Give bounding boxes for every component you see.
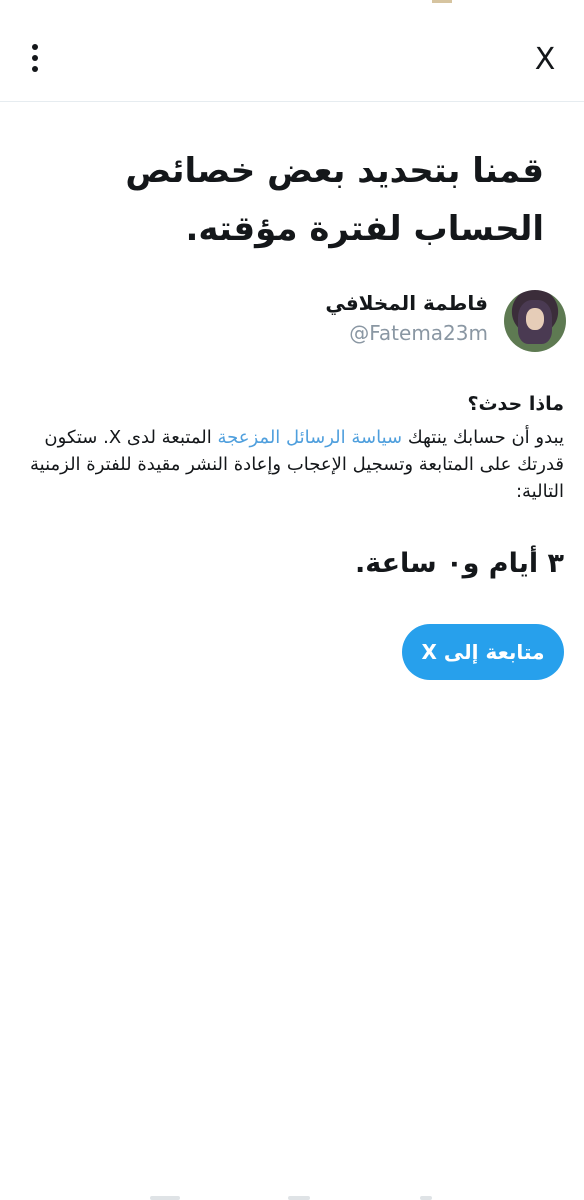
nav-hint [420,1196,432,1200]
page-title: قمنا بتحديد بعض خصائص الحساب لفترة مؤقته… [125,151,544,249]
continue-to-x-button[interactable]: متابعة إلى X [402,624,564,680]
menu-dot [32,66,38,72]
spam-policy-link[interactable]: سياسة الرسائل المزعجة [217,427,402,448]
menu-dot [32,44,38,50]
explanation-text: يبدو أن حسابك ينتهك سياسة الرسائل المزعج… [16,424,564,505]
section-heading: ماذا حدث؟ [467,393,564,415]
bottom-edge [0,1192,584,1200]
user-handle: @Fatema23m [349,321,488,345]
explanation-part1: يبدو أن حسابك ينتهك [402,427,564,448]
status-indicator [432,0,452,3]
screen: X قمنا بتحديد بعض خصائص الحساب لفترة مؤق… [0,0,584,1200]
display-name: فاطمة المخلافي [325,291,488,315]
nav-hint [288,1196,310,1200]
top-bar: X [0,12,584,102]
nav-hint [150,1196,180,1200]
status-strip [0,0,584,12]
restriction-duration: ٣ أيام و٠ ساعة. [354,548,564,579]
close-button[interactable]: X [530,40,560,80]
avatar-face [526,308,544,330]
menu-dot [32,55,38,61]
more-options-icon[interactable] [20,38,50,78]
avatar [504,290,566,352]
user-info: فاطمة المخلافي @Fatema23m [325,288,488,348]
user-row: فاطمة المخلافي @Fatema23m [18,288,566,354]
